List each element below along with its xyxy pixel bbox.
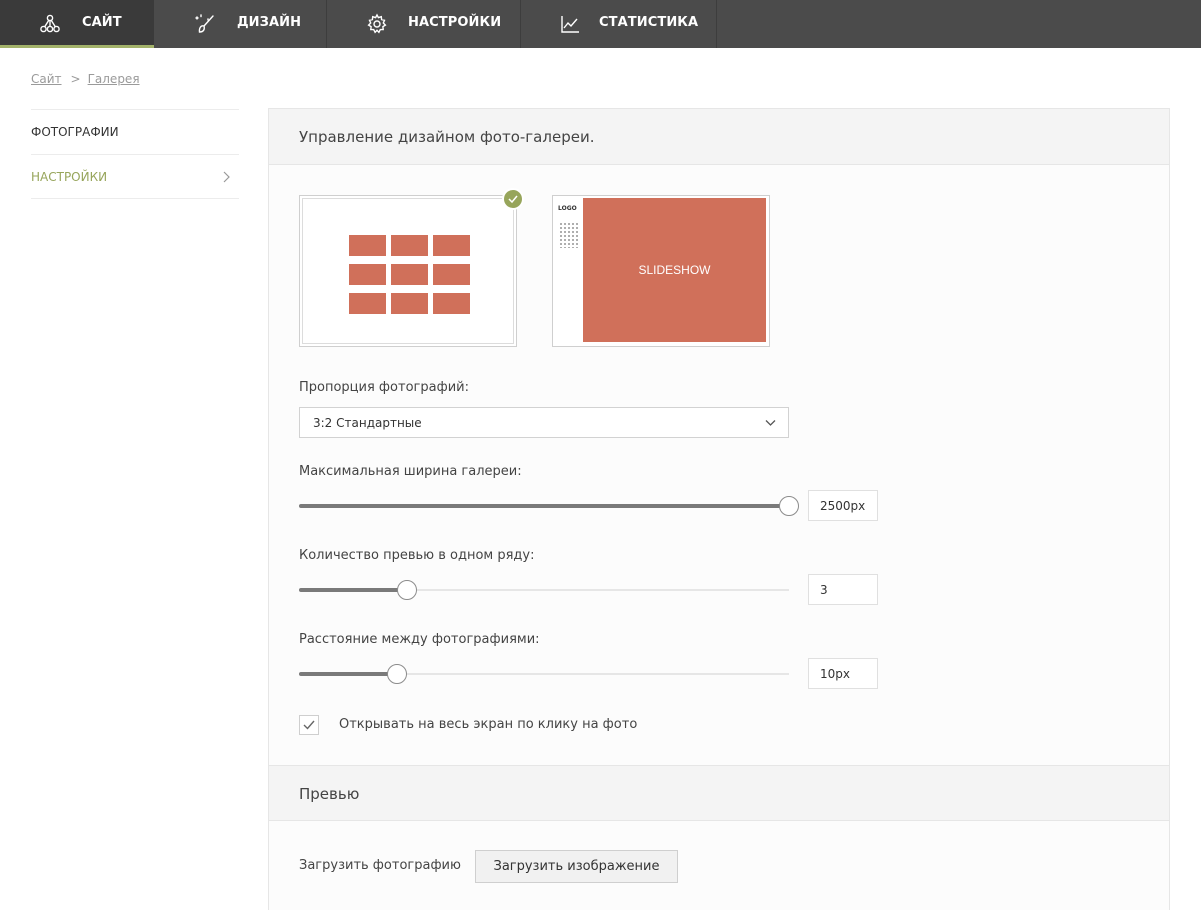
sidebar-item-label: ФОТОГРАФИИ [31, 125, 119, 139]
upload-image-button[interactable]: Загрузить изображение [475, 850, 678, 883]
top-navigation: САЙТ ДИЗАЙН НАСТРОЙКИ СТАТИСТИКА [0, 0, 1201, 48]
grid-tile [433, 235, 470, 256]
tab-settings-label: НАСТРОЙКИ [408, 15, 502, 30]
grid-tile [433, 293, 470, 314]
per-row-value[interactable]: 3 [808, 574, 878, 605]
slideshow-logo-text: LOGO [558, 205, 577, 212]
layout-option-slideshow[interactable]: LOGO SLIDESHOW [552, 195, 770, 347]
preview-title: Превью [299, 785, 360, 803]
upload-photo-label: Загрузить фотографию [299, 858, 461, 873]
tab-settings[interactable]: НАСТРОЙКИ [327, 0, 521, 48]
tab-site[interactable]: САЙТ [0, 0, 154, 48]
grid-tile [391, 293, 428, 314]
tab-site-label: САЙТ [82, 15, 122, 30]
grid-tile [433, 264, 470, 285]
grid-tile [349, 264, 386, 285]
breadcrumb: Сайт > Галерея [31, 72, 140, 86]
layout-option-grid[interactable] [299, 195, 517, 347]
slider-handle[interactable] [779, 496, 799, 516]
sidebar-item-label: НАСТРОЙКИ [31, 169, 108, 184]
sidebar-item-settings[interactable]: НАСТРОЙКИ [31, 154, 239, 199]
panel-title: Управление дизайном фото-галереи. [299, 128, 595, 146]
spacing-label: Расстояние между фотографиями: [299, 632, 540, 647]
max-width-label: Максимальная ширина галереи: [299, 464, 522, 479]
grid-tile [391, 235, 428, 256]
aspect-ratio-select[interactable]: 3:2 Стандартные [299, 407, 789, 438]
per-row-slider[interactable] [299, 580, 789, 600]
slideshow-dots-icon [559, 222, 579, 248]
slider-handle[interactable] [387, 664, 407, 684]
tab-statistics[interactable]: СТАТИСТИКА [521, 0, 717, 48]
fullscreen-checkbox-label: Открывать на весь экран по клику на фото [339, 717, 638, 732]
spacing-value[interactable]: 10px [808, 658, 878, 689]
chevron-right-icon [223, 171, 230, 183]
gallery-design-panel: Управление дизайном фото-галереи. LOGO S… [268, 108, 1170, 910]
site-tree-icon [40, 14, 60, 33]
aspect-ratio-value: 3:2 Стандартные [313, 416, 422, 430]
max-width-slider[interactable] [299, 496, 799, 516]
checkmark-icon [303, 720, 315, 730]
spacing-slider[interactable] [299, 664, 789, 684]
slideshow-stage-text: SLIDESHOW [638, 263, 711, 277]
slider-handle[interactable] [397, 580, 417, 600]
fullscreen-checkbox[interactable] [299, 715, 319, 735]
selected-check-icon [502, 188, 524, 210]
chevron-down-icon [765, 420, 776, 426]
breadcrumb-site-link[interactable]: Сайт [31, 72, 62, 86]
chart-icon [561, 16, 579, 33]
breadcrumb-gallery-link[interactable]: Галерея [88, 72, 140, 86]
slider-fill [299, 504, 789, 508]
grid-tile [349, 293, 386, 314]
grid-layout-preview [302, 198, 514, 344]
gear-icon [367, 13, 387, 34]
slider-fill [299, 672, 397, 676]
breadcrumb-separator: > [70, 72, 81, 86]
brush-icon [195, 14, 214, 33]
preview-header: Превью [269, 765, 1169, 821]
slideshow-stage: SLIDESHOW [583, 198, 766, 342]
max-width-value[interactable]: 2500px [808, 490, 878, 521]
grid-tile [391, 264, 428, 285]
aspect-ratio-label: Пропорция фотографий: [299, 380, 469, 395]
sidebar-item-photos[interactable]: ФОТОГРАФИИ [31, 109, 239, 154]
sidebar: ФОТОГРАФИИ НАСТРОЙКИ [31, 109, 239, 199]
slider-fill [299, 588, 407, 592]
per-row-label: Количество превью в одном ряду: [299, 548, 535, 563]
panel-header: Управление дизайном фото-галереи. [269, 109, 1169, 165]
tab-statistics-label: СТАТИСТИКА [599, 15, 699, 30]
grid-tile [349, 235, 386, 256]
tab-design[interactable]: ДИЗАЙН [154, 0, 327, 48]
tab-design-label: ДИЗАЙН [237, 15, 302, 30]
